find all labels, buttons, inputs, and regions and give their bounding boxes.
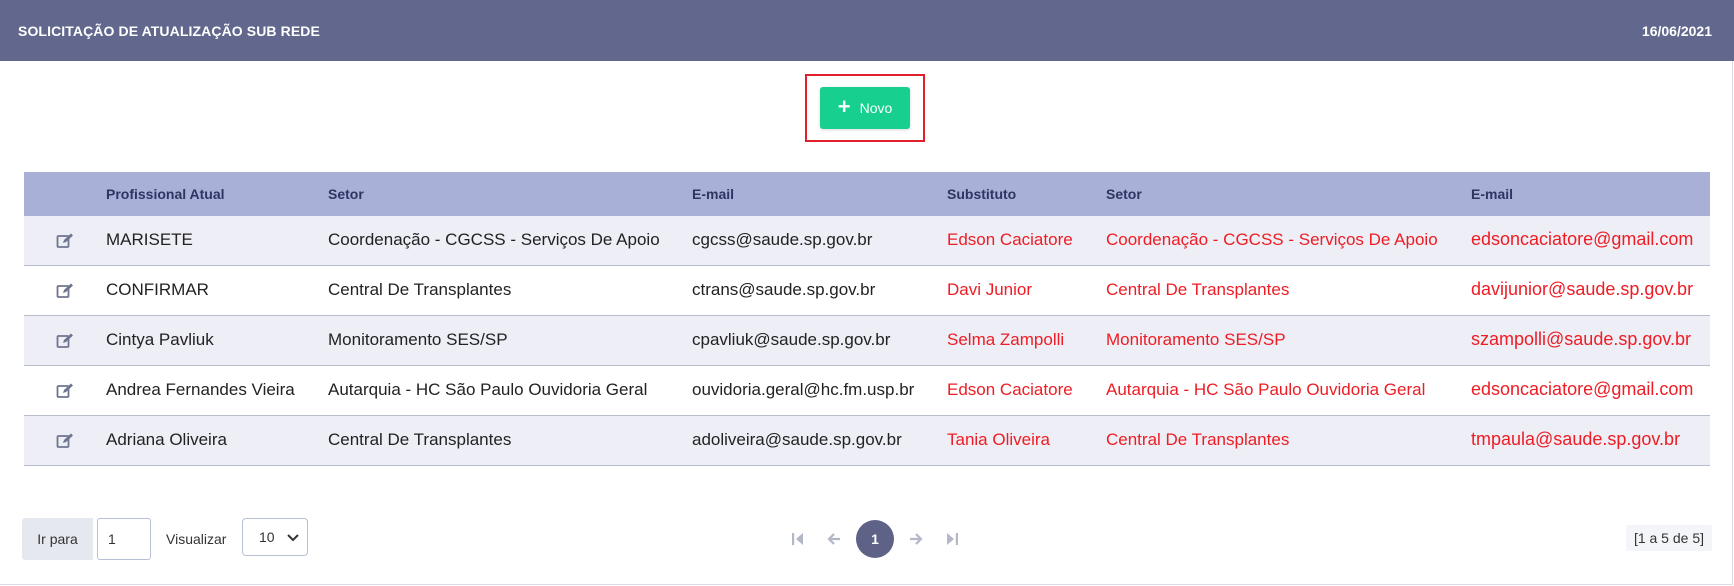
column-header-email: E-mail (692, 186, 735, 202)
table-row: Andrea Fernandes Vieira Autarquia - HC S… (24, 366, 1710, 416)
cell-substitute: Tania Oliveira (947, 430, 1050, 449)
cell-substitute: Selma Zampolli (947, 330, 1065, 349)
cell-email: adoliveira@saude.sp.gov.br (692, 430, 902, 449)
cell-substitute-sector: Central De Transplantes (1106, 430, 1290, 449)
new-button-highlight: + Novo (805, 74, 925, 142)
prev-page-icon[interactable] (816, 521, 852, 557)
next-page-icon[interactable] (898, 521, 934, 557)
edit-icon[interactable] (56, 332, 74, 355)
chevron-down-icon (286, 529, 299, 545)
pagination: 1 (780, 518, 970, 560)
edit-icon[interactable] (56, 232, 74, 255)
first-page-icon[interactable] (780, 521, 816, 557)
page-size-value: 10 (259, 529, 275, 545)
header-date: 16/06/2021 (1641, 22, 1712, 39)
new-button[interactable]: + Novo (820, 87, 910, 129)
cell-sector: Central De Transplantes (328, 280, 512, 299)
page-size-label: Visualizar (166, 531, 227, 547)
cell-substitute: Edson Caciatore (947, 380, 1073, 399)
plus-icon: + (837, 94, 851, 119)
edit-icon[interactable] (56, 382, 74, 405)
last-page-icon[interactable] (934, 521, 970, 557)
cell-substitute-email: tmpaula@saude.sp.gov.br (1471, 429, 1681, 449)
cell-email: ouvidoria.geral@hc.fm.usp.br (692, 380, 915, 399)
page-size-select[interactable]: 10 (242, 518, 308, 556)
table-footer: Ir para 1 Visualizar 10 1 [1 a 5 de 5] (22, 518, 1712, 560)
cell-substitute-email: davijunior@saude.sp.gov.br (1471, 279, 1694, 299)
table-row: Adriana Oliveira Central De Transplantes… (24, 416, 1710, 466)
column-header-sector: Setor (328, 186, 364, 202)
table-row: Cintya Pavliuk Monitoramento SES/SP cpav… (24, 316, 1710, 366)
cell-sector: Coordenação - CGCSS - Serviços De Apoio (328, 230, 660, 249)
cell-substitute-sector: Coordenação - CGCSS - Serviços De Apoio (1106, 230, 1438, 249)
cell-sector: Central De Transplantes (328, 430, 512, 449)
column-header-current: Profissional Atual (106, 186, 225, 202)
column-header-substitute-email: E-mail (1471, 186, 1514, 202)
table-header: Profissional Atual Setor E-mail Substitu… (24, 172, 1710, 216)
cell-substitute: Edson Caciatore (947, 230, 1073, 249)
cell-substitute-email: szampolli@saude.sp.gov.br (1471, 329, 1692, 349)
page-button-1[interactable]: 1 (856, 520, 894, 558)
page-title: SOLICITAÇÃO DE ATUALIZAÇÃO SUB REDE (18, 22, 320, 39)
cell-current: Adriana Oliveira (106, 430, 227, 449)
cell-sector: Autarquia - HC São Paulo Ouvidoria Geral (328, 380, 648, 399)
cell-sector: Monitoramento SES/SP (328, 330, 508, 349)
cell-substitute-email: edsoncaciatore@gmail.com (1471, 229, 1694, 249)
cell-substitute: Davi Junior (947, 280, 1033, 299)
cell-substitute-sector: Autarquia - HC São Paulo Ouvidoria Geral (1106, 380, 1426, 399)
edit-icon[interactable] (56, 432, 74, 455)
new-button-label: Novo (859, 100, 893, 116)
result-count: [1 a 5 de 5] (1625, 525, 1712, 551)
cell-current: Cintya Pavliuk (106, 330, 214, 349)
goto-page-input[interactable]: 1 (97, 518, 151, 560)
cell-current: CONFIRMAR (106, 280, 209, 299)
requests-table: Profissional Atual Setor E-mail Substitu… (24, 172, 1710, 466)
cell-email: cgcss@saude.sp.gov.br (692, 230, 873, 249)
cell-email: cpavliuk@saude.sp.gov.br (692, 330, 891, 349)
edit-icon[interactable] (56, 282, 74, 305)
cell-email: ctrans@saude.sp.gov.br (692, 280, 876, 299)
cell-substitute-sector: Monitoramento SES/SP (1106, 330, 1286, 349)
table-row: MARISETE Coordenação - CGCSS - Serviços … (24, 216, 1710, 266)
column-header-substitute-sector: Setor (1106, 186, 1142, 202)
page-header: SOLICITAÇÃO DE ATUALIZAÇÃO SUB REDE 16/0… (0, 0, 1734, 61)
cell-current: Andrea Fernandes Vieira (106, 380, 295, 399)
cell-substitute-email: edsoncaciatore@gmail.com (1471, 379, 1694, 399)
cell-current: MARISETE (106, 230, 193, 249)
cell-substitute-sector: Central De Transplantes (1106, 280, 1290, 299)
table-row: CONFIRMAR Central De Transplantes ctrans… (24, 266, 1710, 316)
goto-label: Ir para (22, 518, 93, 560)
column-header-substitute: Substituto (947, 186, 1017, 202)
